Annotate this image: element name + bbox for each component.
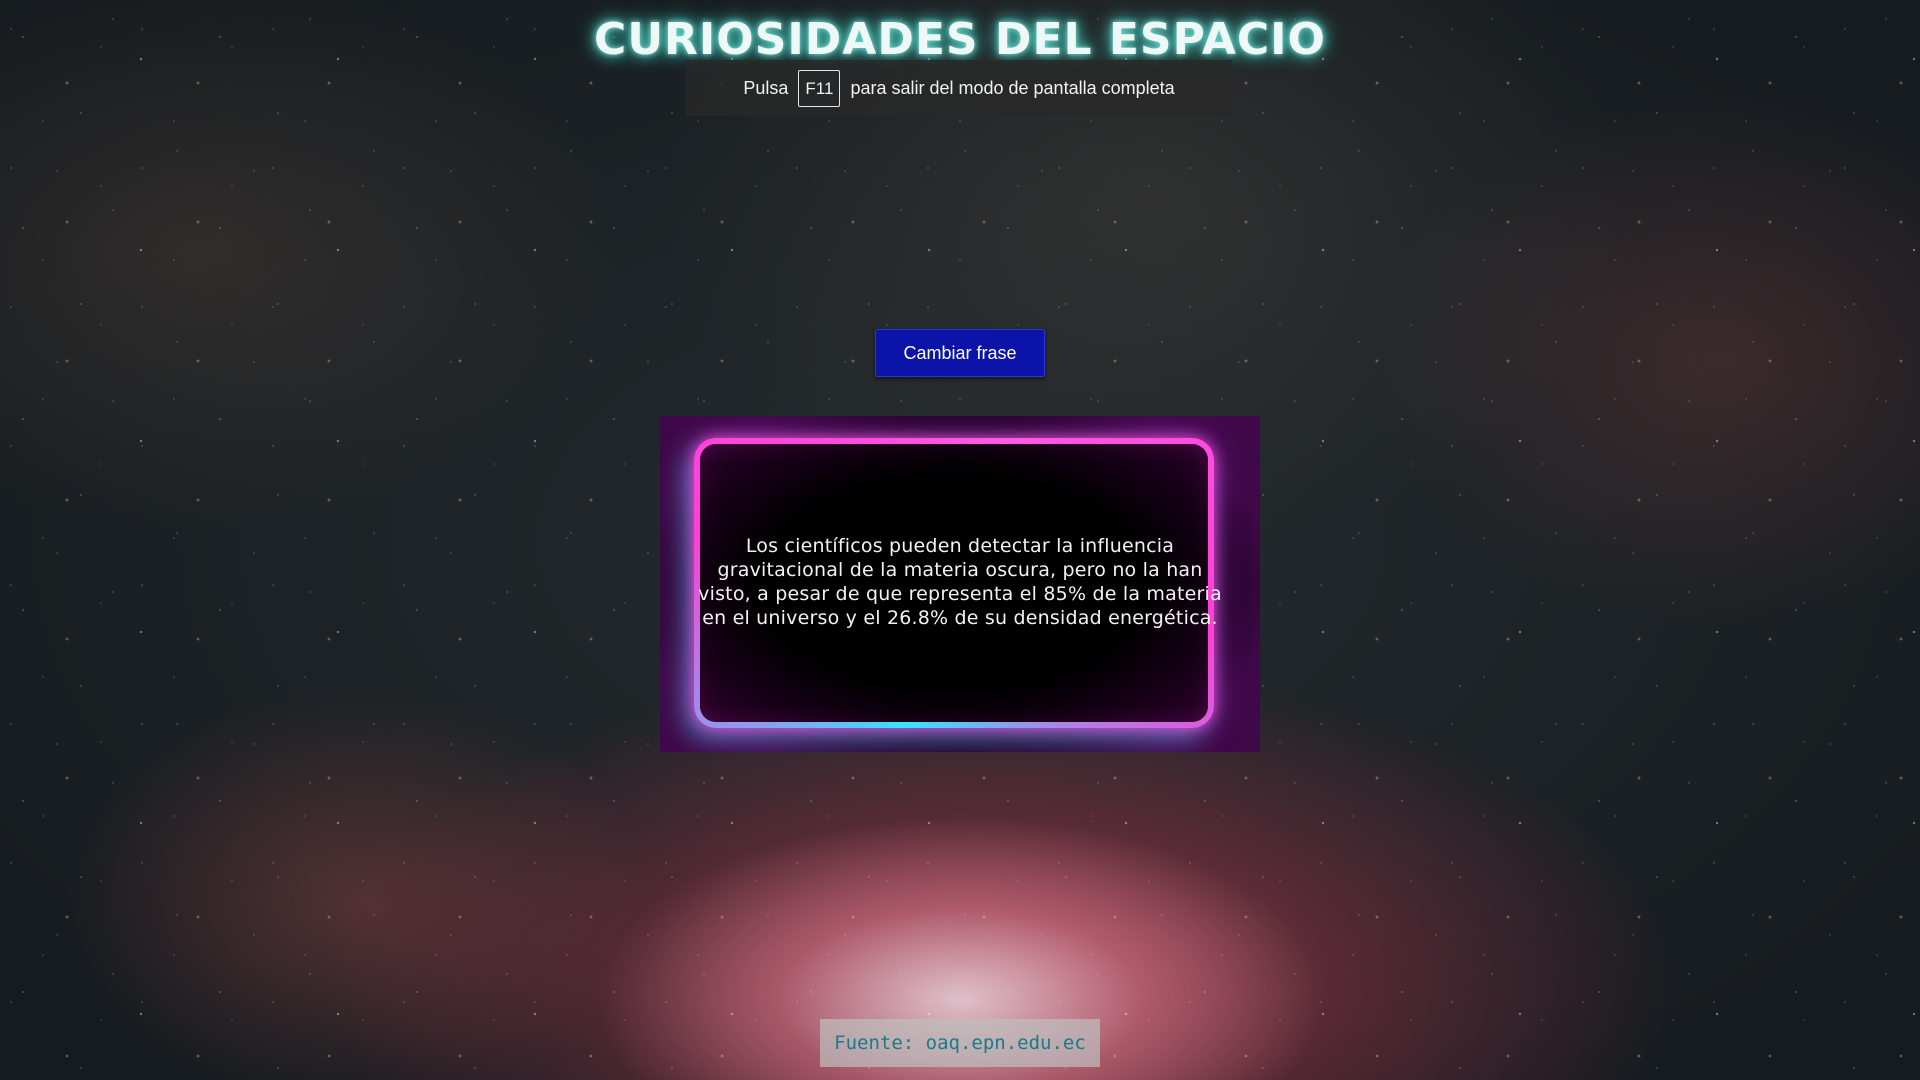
notice-suffix: para salir del modo de pantalla completa (850, 77, 1175, 98)
phrase-card: Los científicos pueden detectar la influ… (660, 416, 1260, 752)
page-title: CURIOSIDADES DEL ESPACIO (594, 14, 1326, 65)
change-phrase-button[interactable]: Cambiar frase (875, 329, 1045, 377)
source-label: Fuente: oaq.epn.edu.ec (820, 1019, 1100, 1067)
fullscreen-exit-notice: Pulsa F11 para salir del modo de pantall… (686, 60, 1232, 116)
phrase-text: Los científicos pueden detectar la influ… (698, 535, 1222, 629)
f11-key-badge: F11 (798, 69, 841, 107)
notice-prefix: Pulsa (743, 77, 789, 98)
